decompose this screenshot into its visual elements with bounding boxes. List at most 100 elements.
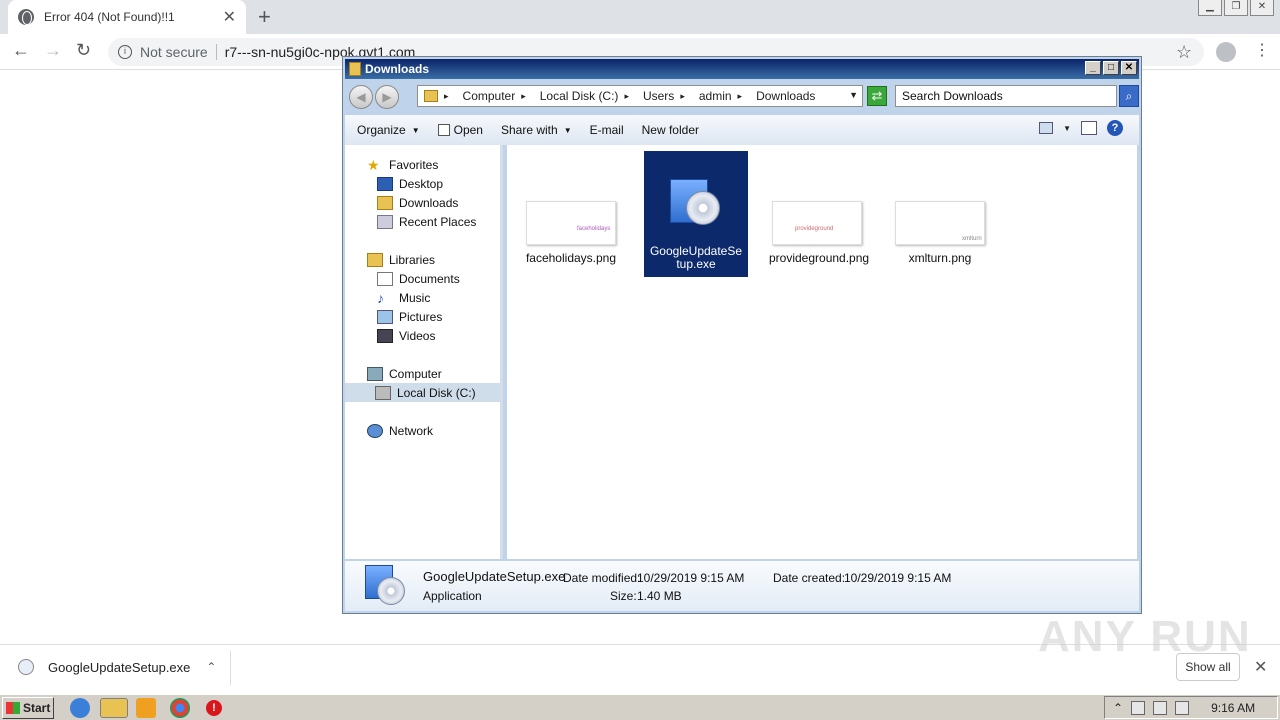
breadcrumb-label: Computer <box>462 89 516 103</box>
reload-icon[interactable]: ↻ <box>76 40 91 61</box>
explorer-taskbar-icon[interactable] <box>100 698 128 718</box>
security-status: Not secure <box>140 44 208 60</box>
start-label: Start <box>23 701 51 715</box>
email-button[interactable]: E-mail <box>590 123 624 137</box>
bookmark-star-icon[interactable]: ☆ <box>1176 42 1192 63</box>
internet-explorer-icon[interactable] <box>70 698 90 718</box>
file-item[interactable]: provideground provideground.png <box>769 201 869 265</box>
nav-label: Documents <box>399 271 460 286</box>
file-item[interactable]: xmlturn xmlturn.png <box>892 201 988 265</box>
nav-network[interactable]: Network <box>367 421 433 440</box>
explorer-window: Downloads _ □ ✕ ◀ ▶ ▸ Computer ▸ Local Di… <box>342 56 1142 614</box>
file-item[interactable]: faceholidays faceholidays.png <box>523 201 619 265</box>
nav-label: Local Disk (C:) <box>397 385 476 400</box>
command-bar: Organize ▼ Open Share with ▼ E-mail New fo… <box>345 115 1139 145</box>
refresh-icon[interactable]: ⇄ <box>867 86 887 106</box>
info-icon[interactable]: i <box>118 45 132 59</box>
videos-icon <box>377 328 393 343</box>
explorer-back-icon[interactable]: ◀ <box>349 85 373 109</box>
nav-documents[interactable]: Documents <box>377 269 460 288</box>
share-with-button[interactable]: Share with ▼ <box>501 123 572 137</box>
nav-downloads[interactable]: Downloads <box>377 193 458 212</box>
chrome-icon[interactable] <box>170 698 190 718</box>
download-file-name: GoogleUpdateSetup.exe <box>48 659 191 675</box>
close-window-icon[interactable]: ✕ <box>1250 0 1274 16</box>
change-view-icon[interactable] <box>1039 122 1054 134</box>
action-center-flag-icon[interactable] <box>1175 700 1190 715</box>
help-icon[interactable]: ? <box>1107 120 1123 136</box>
nav-label: Pictures <box>399 309 443 324</box>
computer-icon <box>367 366 383 381</box>
date-modified-label: Date modified: <box>563 571 641 585</box>
explorer-maximize-icon[interactable]: □ <box>1103 61 1119 75</box>
breadcrumb-item[interactable]: Computer ▸ <box>463 89 532 103</box>
organize-label: Organize <box>357 123 406 137</box>
organize-button[interactable]: Organize ▼ <box>357 123 420 137</box>
downloads-close-icon[interactable]: ✕ <box>1254 657 1267 677</box>
nav-pictures[interactable]: Pictures <box>377 307 442 326</box>
profile-avatar-icon[interactable] <box>1216 42 1236 62</box>
explorer-window-controls: _ □ ✕ <box>1085 61 1137 75</box>
view-dropdown-icon[interactable]: ▼ <box>1063 124 1071 133</box>
size-label: Size: <box>610 589 637 603</box>
network-tray-icon[interactable] <box>1131 700 1146 715</box>
explorer-breadcrumb[interactable]: ▸ Computer ▸ Local Disk (C:) ▸ Users ▸ admi… <box>417 85 863 107</box>
tray-expand-icon[interactable]: ⌃ <box>1113 701 1123 715</box>
open-button[interactable]: Open <box>437 123 483 137</box>
breadcrumb-item[interactable]: Downloads <box>756 89 815 103</box>
new-tab-button[interactable]: + <box>258 4 271 30</box>
explorer-title-bar[interactable]: Downloads _ □ ✕ <box>345 59 1139 79</box>
libraries-icon <box>367 252 383 267</box>
search-downloads-input[interactable]: Search Downloads <box>895 85 1117 107</box>
documents-icon <box>377 271 393 286</box>
taskbar: Start ! ⌃ 9:16 AM <box>0 694 1280 720</box>
chrome-menu-icon[interactable]: ⋮ <box>1254 40 1270 60</box>
antivirus-alert-icon[interactable]: ! <box>206 700 222 716</box>
image-thumbnail: provideground <box>772 201 862 245</box>
nav-computer[interactable]: Computer <box>367 364 442 383</box>
nav-label: Favorites <box>389 157 439 172</box>
explorer-minimize-icon[interactable]: _ <box>1085 61 1101 75</box>
nav-desktop[interactable]: Desktop <box>377 174 443 193</box>
search-icon[interactable]: ⌕ <box>1119 85 1139 107</box>
restore-icon[interactable]: ❐ <box>1224 0 1248 16</box>
open-label: Open <box>453 123 483 137</box>
recent-places-icon <box>377 214 393 229</box>
clock[interactable]: 9:16 AM <box>1211 701 1255 715</box>
nav-libraries[interactable]: Libraries <box>367 250 435 269</box>
tab-close-icon[interactable]: ✕ <box>223 7 236 27</box>
browser-tab[interactable]: Error 404 (Not Found)!!1 ✕ <box>8 0 246 34</box>
tab-title: Error 404 (Not Found)!!1 <box>44 10 175 24</box>
date-created-label: Date created: <box>773 571 846 585</box>
nav-music[interactable]: ♪ Music <box>377 288 430 307</box>
explorer-close-icon[interactable]: ✕ <box>1121 61 1137 75</box>
breadcrumb-root-icon[interactable]: ▸ <box>424 90 455 102</box>
file-item-selected[interactable]: GoogleUpdateSetup.exe <box>644 151 748 277</box>
explorer-address-row: ◀ ▶ ▸ Computer ▸ Local Disk (C:) ▸ Users ▸ … <box>347 83 1139 111</box>
breadcrumb-item[interactable]: Users ▸ <box>643 89 691 103</box>
explorer-forward-icon[interactable]: ▶ <box>375 85 399 109</box>
volume-icon[interactable] <box>1153 700 1168 715</box>
forward-arrow-icon[interactable]: → <box>44 40 62 61</box>
anyrun-watermark: ANY RUN <box>1038 612 1252 661</box>
nav-local-disk[interactable]: Local Disk (C:) <box>345 383 500 402</box>
minimize-icon[interactable]: ▁ <box>1198 0 1222 16</box>
nav-videos[interactable]: Videos <box>377 326 435 345</box>
new-folder-button[interactable]: New folder <box>642 123 699 137</box>
chevron-up-icon[interactable]: ⌃ <box>206 660 216 674</box>
details-file-name: GoogleUpdateSetup.exe <box>423 569 566 584</box>
back-arrow-icon[interactable]: ← <box>12 40 30 61</box>
preview-pane-icon[interactable] <box>1081 121 1097 135</box>
nav-favorites[interactable]: ★ Favorites <box>367 155 438 174</box>
drive-icon <box>375 385 391 400</box>
breadcrumb-item[interactable]: Local Disk (C:) ▸ <box>540 89 635 103</box>
browser-window-controls: ▁ ❐ ✕ <box>1198 0 1274 16</box>
thumbnail-text: provideground <box>795 226 834 232</box>
address-dropdown-icon[interactable]: ▼ <box>849 90 858 100</box>
start-button[interactable]: Start <box>2 697 54 719</box>
downloads-folder-icon <box>377 195 393 210</box>
media-player-icon[interactable] <box>136 698 156 718</box>
download-item[interactable]: GoogleUpdateSetup.exe ⌃ <box>18 659 216 675</box>
breadcrumb-item[interactable]: admin ▸ <box>699 89 748 103</box>
nav-recent-places[interactable]: Recent Places <box>377 212 476 231</box>
